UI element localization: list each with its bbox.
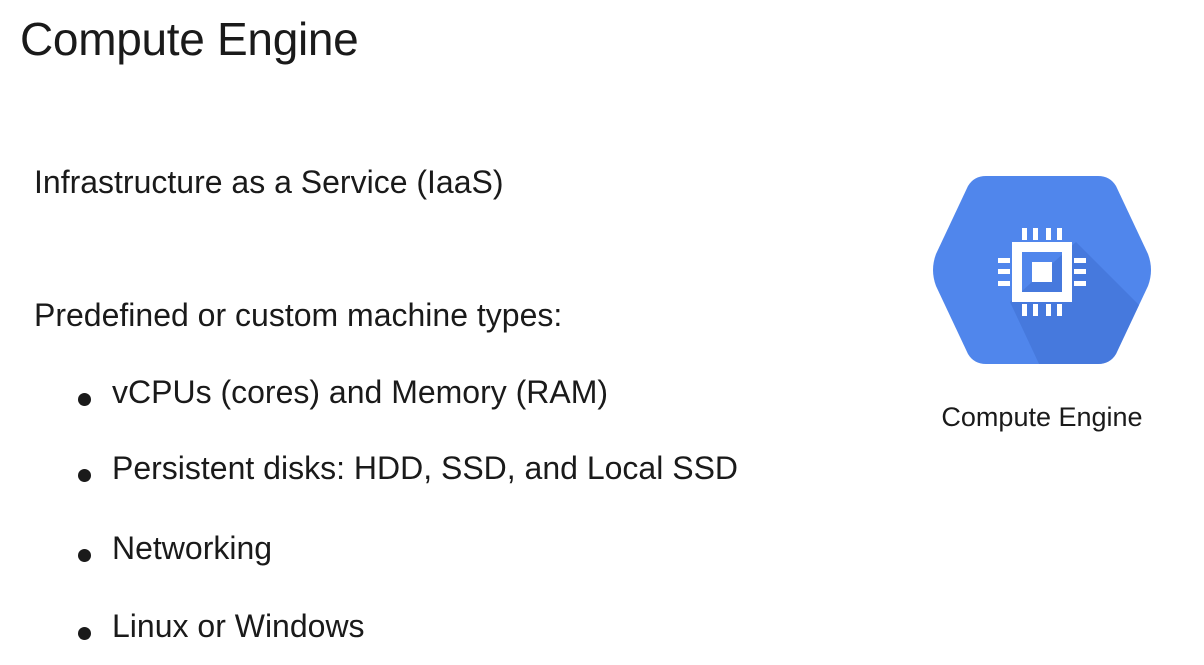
bullet-dot [78, 393, 91, 406]
machine-types-line: Predefined or custom machine types: [34, 297, 563, 333]
slide-title: Compute Engine [20, 13, 359, 65]
bullet-dot [78, 627, 91, 640]
bullet-text: Linux or Windows [112, 608, 365, 644]
iaas-line: Infrastructure as a Service (IaaS) [34, 164, 504, 200]
bullet-text: Persistent disks: HDD, SSD, and Local SS… [112, 450, 739, 486]
bullet-dot [78, 469, 91, 482]
compute-engine-logo [933, 176, 1151, 364]
bullet-text: Networking [112, 530, 273, 566]
bullet-dot [78, 549, 91, 562]
bullet-text: vCPUs (cores) and Memory (RAM) [112, 374, 609, 410]
logo-caption: Compute Engine [941, 402, 1143, 432]
